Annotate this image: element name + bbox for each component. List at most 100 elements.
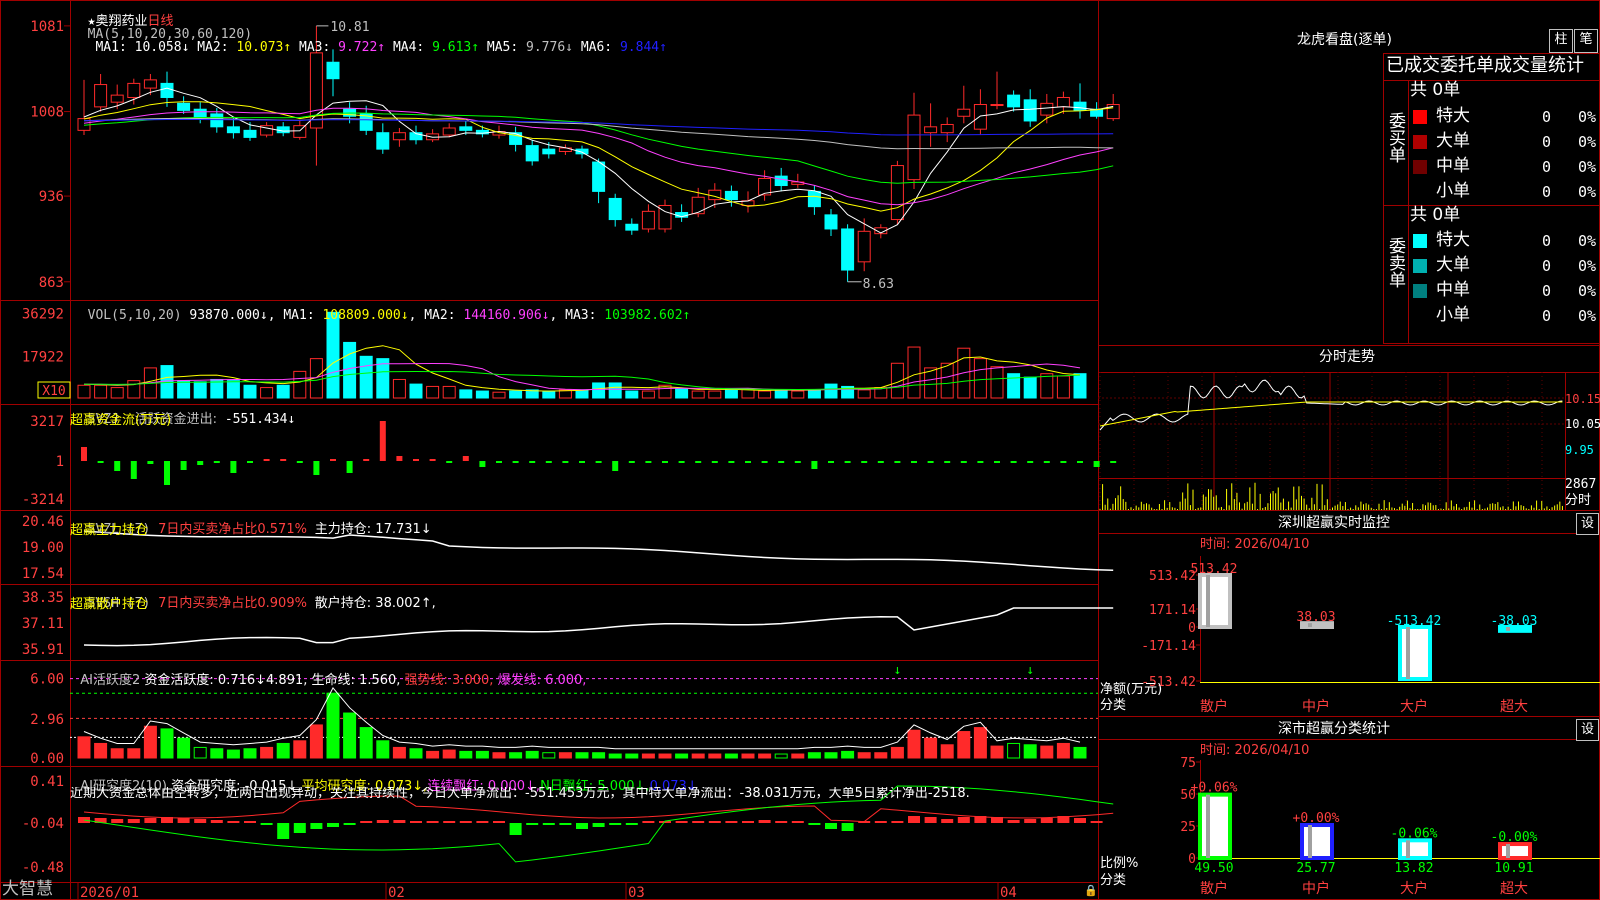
- svzl-hold: 主力持仓: 17.731↓: [314, 522, 432, 537]
- svzj-bar: [197, 461, 204, 465]
- ai-research-bar: [1090, 821, 1103, 823]
- ai-research-bar: [559, 823, 572, 825]
- ma-value-6: 9.844↑: [619, 40, 667, 55]
- chart-canvas[interactable]: 1081100893686310.818.633629217922X103217…: [0, 0, 1600, 900]
- dragon-title: 龙虎看盘(逐单): [1297, 32, 1392, 48]
- ai-activity-label: AI活跃度2: [80, 673, 141, 688]
- candle-body: [973, 104, 987, 130]
- ai-research-bar: [459, 821, 472, 823]
- svzj-bar: [330, 459, 336, 461]
- sell-row-value: 0: [1542, 257, 1552, 275]
- candle-body: [542, 148, 556, 155]
- ai-research-bar: [841, 823, 854, 831]
- ai-research-bar: [808, 823, 821, 825]
- candle-body: [824, 214, 838, 230]
- ai-activity-bar: [160, 728, 174, 759]
- brand-logo[interactable]: 大智慧: [2, 881, 53, 898]
- svzj-bar: [446, 461, 453, 463]
- sell-row-name: 特大: [1436, 230, 1470, 250]
- ai-activity-bar: [575, 752, 589, 759]
- classify-cat-2: 中户: [1302, 880, 1330, 897]
- svzj-bar: [413, 459, 419, 461]
- svzj-bar: [462, 456, 469, 461]
- sell-row-name: 中单: [1436, 280, 1470, 300]
- ma-value-2: 10.073↑: [236, 40, 292, 55]
- ma-name-2: MA2:: [189, 40, 237, 55]
- candle-body: [210, 113, 224, 128]
- volume-bar: [592, 382, 606, 399]
- volume-bar: [542, 390, 556, 399]
- ai-research-bar: [177, 818, 190, 823]
- svzj-bar: [81, 447, 87, 461]
- classify-xlabel: 分类: [1100, 873, 1127, 888]
- svzj-bar: [230, 461, 237, 473]
- svzj-bar: [645, 461, 652, 463]
- buy-row-percent: 0%: [1578, 133, 1597, 151]
- ai-research-bar: [293, 823, 306, 833]
- candle-body: [691, 196, 705, 215]
- buy-row-value: 0: [1542, 133, 1552, 151]
- svzj-bar: [1110, 461, 1117, 463]
- classify-bar-1: [1198, 792, 1232, 861]
- pen-view-button[interactable]: 笔: [1574, 29, 1598, 53]
- ai-research-bar: [874, 821, 887, 823]
- svsh-hold: 散户持仓: 38.002↑,: [314, 596, 436, 611]
- volume-bar: [708, 390, 722, 399]
- svzj-bar: [911, 461, 917, 463]
- ai-research-bar: [775, 821, 788, 823]
- volume-bar: [857, 389, 871, 399]
- svzj-bar: [794, 461, 801, 463]
- svzj-bar: [562, 461, 569, 463]
- ai-research-bar: [244, 821, 256, 823]
- ai-activity-bar: [857, 752, 871, 759]
- ai-activity-bar: [177, 737, 191, 759]
- monitor-cat-3: 大户: [1400, 698, 1428, 715]
- svzj-bar: [429, 459, 436, 461]
- candle-body: [857, 230, 871, 263]
- svzj-bar: [728, 461, 735, 463]
- ai-research-bar: [144, 818, 157, 823]
- svzj-bar: [363, 459, 370, 461]
- ai-activity-bar: [558, 752, 572, 759]
- ai-activity-bar: [874, 752, 888, 759]
- ai-activity-bar: [1040, 745, 1054, 759]
- ai-research-bar: [476, 821, 489, 823]
- volume-bar: [193, 381, 207, 399]
- vol-ma-name-2: , MA2:: [408, 308, 464, 323]
- ai-act-y-tick-2: 0.00: [30, 751, 64, 767]
- ai-activity-bar: [409, 748, 423, 759]
- svzj-y-tick-2: -3214: [22, 492, 64, 508]
- ai-activity-bar: [276, 742, 290, 759]
- candle-body: [243, 129, 257, 138]
- svsh-subtitle: 超赢散户持仓: [70, 597, 149, 612]
- svzj-bar: [944, 461, 951, 463]
- volume-bar: [94, 384, 108, 399]
- svzj-bar: [861, 461, 868, 463]
- candle-body: [177, 102, 191, 111]
- ai-act-y-tick-1: 2.96: [30, 712, 64, 728]
- monitor-y-tick-3: -171.14: [1141, 639, 1196, 654]
- svzj-bar: [1043, 461, 1050, 463]
- volume-bar: [774, 389, 788, 399]
- ai-research-bar: [908, 816, 920, 823]
- classify-settings-button[interactable]: 设: [1576, 719, 1599, 741]
- svzj-bar: [313, 461, 320, 475]
- monitor-settings-button[interactable]: 设: [1576, 513, 1599, 535]
- ai-research-bar: [260, 823, 273, 825]
- candle-body: [160, 82, 174, 98]
- svzj-bar: [844, 461, 851, 463]
- ai-research-bar: [1024, 819, 1037, 823]
- bar-view-button[interactable]: 柱: [1549, 29, 1573, 53]
- ai-activity-bar: [1023, 744, 1037, 759]
- sell-row-value: 0: [1542, 232, 1552, 250]
- classify-value-1: 49.50: [1194, 861, 1233, 876]
- svzj-bar: [346, 461, 353, 473]
- ai-activity-bar: [509, 752, 523, 759]
- ma-name-5: MA5:: [479, 40, 527, 55]
- vol-ma-value-3: 103982.602↑: [604, 308, 691, 323]
- ai-research-bar: [310, 823, 323, 829]
- svzj-bar: [662, 461, 668, 463]
- classify-cat-4: 超大: [1500, 881, 1528, 897]
- ai-activity-bar: [758, 753, 772, 759]
- svzj-bar: [147, 461, 154, 464]
